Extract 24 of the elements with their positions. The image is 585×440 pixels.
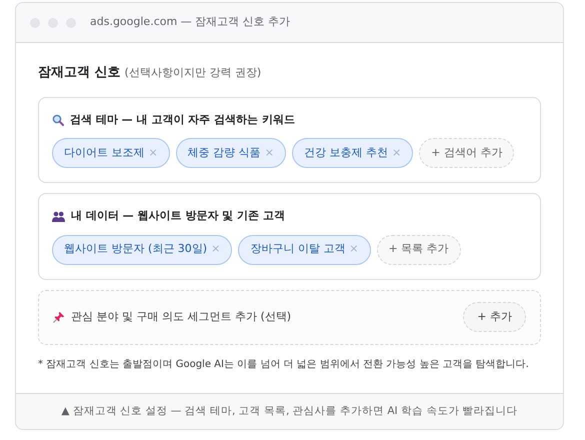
pushpin-icon: [53, 311, 65, 323]
search-icon: [52, 114, 64, 126]
status-text: ▲ 잠재고객 신호 설정 — 검색 테마, 고객 목록, 관심사를 추가하면 AI 학습 속도가 빨라집니다: [61, 404, 518, 419]
keyword-chip[interactable]: 웹사이트 방문자 (최근 30일) ×: [52, 234, 232, 264]
chip-label: 건강 보충제 추천: [304, 144, 388, 161]
window-title: ads.google.com — 잠재고객 신호 추가: [90, 14, 290, 30]
add-button[interactable]: + 목록 추가: [376, 234, 461, 264]
keyword-chip[interactable]: 건강 보충제 추천 ×: [292, 138, 414, 168]
chip-label: 체중 감량 식품: [188, 144, 261, 161]
footnote: * 잠재고객 신호는 출발점이며 Google AI는 이를 넘어 더 넓은 범위에서 전환 가능성 높은 고객을 탐색합니다.: [38, 358, 530, 372]
heading-note: (선택사항이지만 강력 권장): [124, 65, 262, 81]
card-title: 검색 테마 — 내 고객이 자주 검색하는 키워드: [70, 112, 295, 128]
chip-label: 다이어트 보조제: [64, 144, 144, 161]
card-title: 내 데이터 — 웹사이트 방문자 및 기존 고객: [71, 208, 285, 224]
keyword-chip[interactable]: 장바구니 이탈 고객 ×: [238, 234, 371, 264]
people-icon: [52, 210, 65, 222]
chip-label: 웹사이트 방문자 (최근 30일): [64, 241, 208, 258]
card-title: 관심 분야 및 구매 의도 세그먼트 추가 (선택): [71, 308, 292, 325]
chip-label: 장바구니 이탈 고객: [250, 241, 346, 258]
keyword-chip[interactable]: 다이어트 보조제 ×: [52, 138, 170, 168]
keyword-chip[interactable]: 체중 감량 식품 ×: [176, 138, 286, 168]
section-heading: 잠재고객 신호: [38, 64, 121, 82]
add-button[interactable]: + 추가: [463, 302, 526, 332]
add-button[interactable]: + 검색어 추가: [419, 138, 514, 168]
